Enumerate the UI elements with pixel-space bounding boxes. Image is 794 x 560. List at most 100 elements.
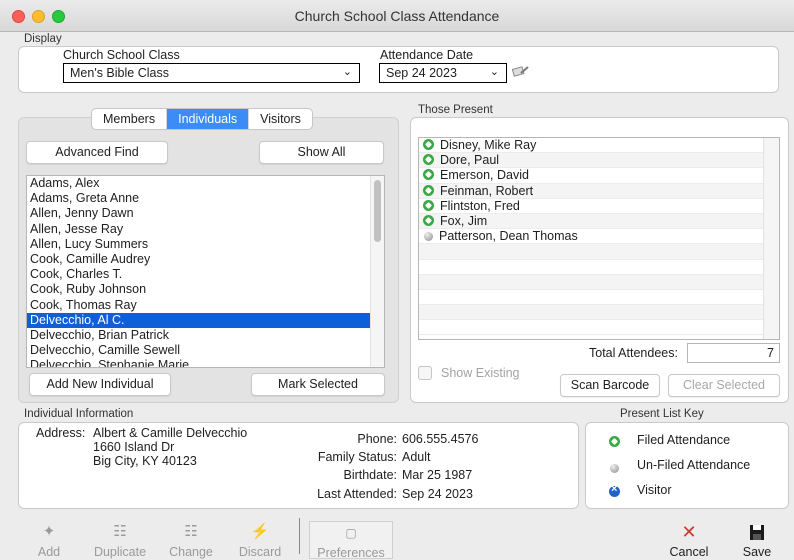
discard-tool-button[interactable]: ⚡ Discard bbox=[230, 521, 290, 559]
address-line-3: Big City, KY 40123 bbox=[93, 454, 197, 468]
present-name: Disney, Mike Ray bbox=[440, 138, 537, 152]
tab-members[interactable]: Members bbox=[92, 109, 168, 129]
duplicate-icon: ☷ bbox=[113, 523, 127, 540]
list-item[interactable]: Adams, Greta Anne bbox=[27, 191, 384, 206]
address-line-1: Albert & Camille Delvecchio bbox=[93, 426, 248, 440]
tab-visitors[interactable]: Visitors bbox=[249, 109, 312, 129]
advanced-find-button[interactable]: Advanced Find bbox=[26, 141, 168, 164]
last-attended-label: Last Attended: bbox=[317, 487, 397, 501]
unfiled-attendance-icon bbox=[424, 232, 433, 242]
date-select[interactable]: Sep 24 2023 ⌄ bbox=[379, 63, 507, 83]
phone-value: 606.555.4576 bbox=[402, 432, 479, 446]
cancel-tool-label: Cancel bbox=[669, 545, 709, 559]
scrollbar-thumb[interactable] bbox=[374, 180, 381, 242]
clear-selected-button[interactable]: Clear Selected bbox=[668, 374, 780, 397]
family-status-value: Adult bbox=[402, 450, 431, 464]
add-tool-button[interactable]: ✦ Add bbox=[24, 521, 74, 559]
address-line-2: 1660 Island Dr bbox=[93, 440, 175, 454]
save-tool-label: Save bbox=[742, 545, 772, 559]
present-list-item[interactable]: Patterson, Dean Thomas bbox=[419, 229, 779, 245]
list-item[interactable]: Delvecchio, Al C. bbox=[27, 312, 384, 328]
save-tool-button[interactable]: Save bbox=[731, 521, 783, 559]
present-name: Emerson, David bbox=[440, 168, 529, 183]
individuals-rows: Adams, Alex Adams, Greta Anne Allen, Jenny… bbox=[27, 176, 384, 367]
list-item[interactable]: Allen, Jenny Dawn bbox=[27, 206, 384, 221]
empty-row bbox=[419, 260, 779, 275]
filed-attendance-icon bbox=[423, 184, 434, 196]
present-name: Feinman, Robert bbox=[440, 183, 534, 198]
birthdate-value: Mar 25 1987 bbox=[402, 468, 473, 482]
address-label: Address: bbox=[36, 426, 86, 440]
toolbar-separator bbox=[299, 518, 300, 554]
preferences-tool-button[interactable]: ▢ Preferences bbox=[309, 521, 393, 560]
total-attendees-field: 7 bbox=[687, 343, 780, 363]
list-item[interactable]: Cook, Thomas Ray bbox=[27, 298, 384, 313]
unfiled-attendance-icon bbox=[609, 461, 625, 475]
list-item[interactable]: Delvecchio, Stephanie Marie bbox=[27, 358, 384, 367]
list-item[interactable]: Adams, Alex bbox=[27, 176, 384, 191]
filed-attendance-icon bbox=[423, 139, 434, 150]
change-tool-label: Change bbox=[169, 545, 213, 559]
list-item[interactable]: Cook, Ruby Johnson bbox=[27, 282, 384, 297]
save-icon bbox=[731, 521, 783, 543]
filed-attendance-icon bbox=[609, 435, 626, 449]
empty-row bbox=[419, 244, 779, 260]
empty-row bbox=[419, 305, 779, 321]
empty-row bbox=[419, 274, 779, 290]
filed-attendance-icon bbox=[423, 169, 434, 181]
filed-attendance-icon bbox=[423, 214, 434, 226]
chevron-down-icon: ⌄ bbox=[342, 66, 352, 78]
mark-selected-button[interactable]: Mark Selected bbox=[251, 373, 385, 396]
legend-label: Present List Key bbox=[620, 408, 704, 420]
legend-visitor-label: Visitor bbox=[637, 483, 672, 497]
show-existing-checkbox[interactable] bbox=[418, 366, 432, 380]
display-group-label: Display bbox=[24, 33, 62, 45]
family-status-label: Family Status: bbox=[317, 450, 397, 464]
duplicate-tool-button[interactable]: ☷ Duplicate bbox=[86, 521, 154, 559]
present-rows: Disney, Mike Ray Dore, Paul Emerson, David… bbox=[419, 138, 779, 336]
tab-individuals[interactable]: Individuals bbox=[167, 109, 250, 129]
class-label: Church School Class bbox=[63, 48, 180, 62]
class-select[interactable]: Men's Bible Class ⌄ bbox=[63, 63, 360, 83]
cancel-icon: ✕ bbox=[681, 522, 697, 542]
present-list-item[interactable]: Disney, Mike Ray bbox=[419, 138, 779, 154]
list-item[interactable]: Allen, Jesse Ray bbox=[27, 222, 384, 237]
discard-icon: ⚡ bbox=[250, 523, 270, 540]
present-name: Fox, Jim bbox=[440, 213, 488, 228]
those-present-label: Those Present bbox=[418, 104, 493, 116]
present-list-item[interactable]: Dore, Paul bbox=[419, 153, 779, 169]
list-item[interactable]: Delvecchio, Brian Patrick bbox=[27, 328, 384, 343]
list-item[interactable]: Cook, Charles T. bbox=[27, 267, 384, 282]
present-list-item[interactable]: Flintston, Fred bbox=[419, 199, 779, 214]
date-select-value: Sep 24 2023 bbox=[386, 66, 457, 80]
legend-filed-label: Filed Attendance bbox=[637, 433, 731, 447]
phone-label: Phone: bbox=[357, 432, 397, 446]
preferences-tool-label: Preferences bbox=[317, 546, 385, 560]
visitor-icon bbox=[609, 483, 626, 499]
scan-barcode-button[interactable]: Scan Barcode bbox=[560, 374, 660, 397]
list-item[interactable]: Allen, Lucy Summers bbox=[27, 237, 384, 252]
filed-attendance-icon bbox=[423, 154, 434, 166]
cancel-tool-button[interactable]: ✕ Cancel bbox=[663, 521, 715, 559]
individuals-scrollbar[interactable] bbox=[370, 176, 384, 367]
list-item[interactable]: Delvecchio, Camille Sewell bbox=[27, 343, 384, 358]
present-scrollbar[interactable] bbox=[763, 138, 779, 339]
present-list-item[interactable]: Emerson, David bbox=[419, 168, 779, 184]
tab-bar: Members Individuals Visitors bbox=[91, 108, 313, 130]
birthdate-label: Birthdate: bbox=[343, 468, 397, 482]
present-list-item[interactable]: Fox, Jim bbox=[419, 213, 779, 230]
change-icon: ☷ bbox=[184, 523, 198, 540]
list-item[interactable]: Cook, Camille Audrey bbox=[27, 252, 384, 267]
present-name: Flintston, Fred bbox=[440, 198, 520, 213]
date-label: Attendance Date bbox=[380, 48, 474, 62]
those-present-list[interactable]: Disney, Mike Ray Dore, Paul Emerson, David… bbox=[418, 137, 780, 340]
show-existing-label: Show Existing bbox=[441, 366, 520, 380]
discard-tool-label: Discard bbox=[238, 545, 282, 559]
individual-info-label: Individual Information bbox=[24, 408, 134, 420]
calendar-edit-icon[interactable] bbox=[511, 64, 529, 81]
show-all-button[interactable]: Show All bbox=[259, 141, 384, 164]
add-new-individual-button[interactable]: Add New Individual bbox=[29, 373, 171, 396]
individuals-list[interactable]: Adams, Alex Adams, Greta Anne Allen, Jenny… bbox=[26, 175, 385, 368]
change-tool-button[interactable]: ☷ Change bbox=[161, 521, 221, 559]
present-list-item[interactable]: Feinman, Robert bbox=[419, 183, 779, 199]
